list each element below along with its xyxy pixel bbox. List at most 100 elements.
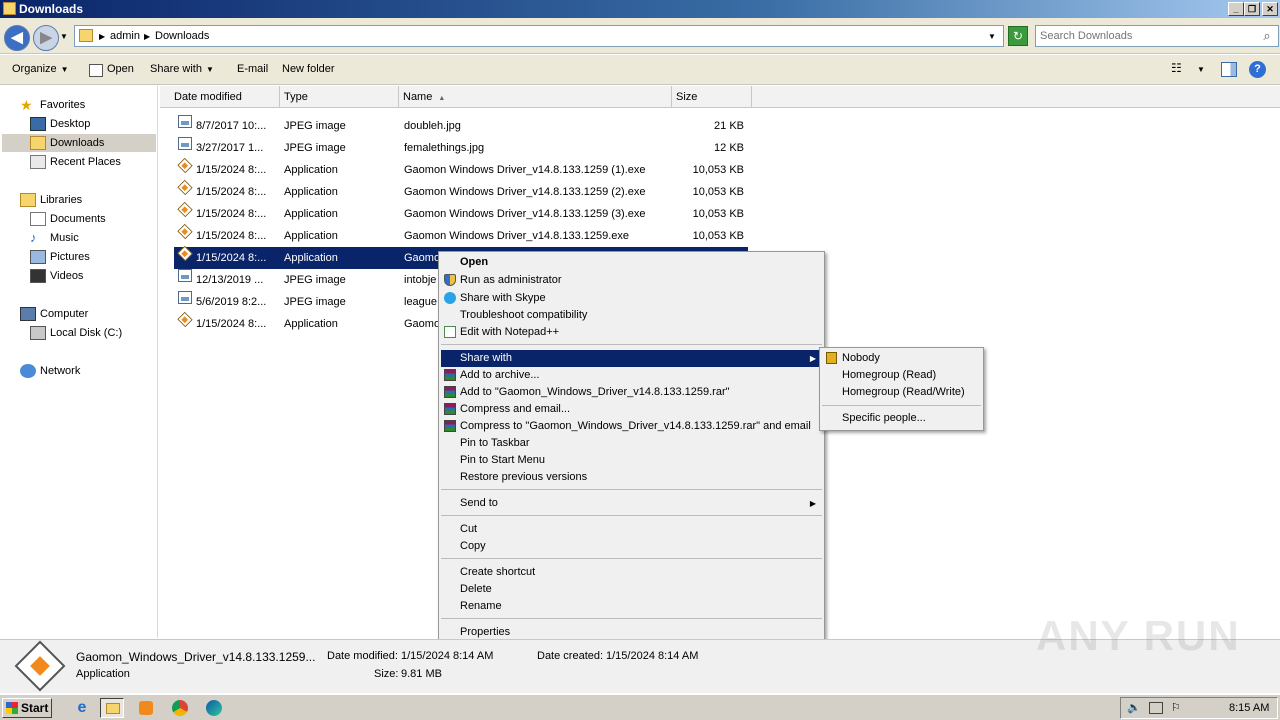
file-name: femalethings.jpg: [404, 142, 485, 154]
submenu-homegroup-read[interactable]: Homegroup (Read): [822, 367, 981, 384]
search-icon[interactable]: ⌕: [1259, 28, 1275, 44]
chrome-icon[interactable]: [168, 698, 192, 718]
nav-music[interactable]: ♪ Music: [30, 229, 79, 247]
menu-share-with[interactable]: Share with ▶: [441, 350, 822, 367]
menu-run-as-administrator[interactable]: Run as administrator: [441, 272, 822, 289]
skype-icon: [444, 292, 456, 304]
menu-restore-previous-versions[interactable]: Restore previous versions: [441, 469, 822, 486]
explorer-taskbar-button[interactable]: [100, 698, 124, 718]
back-button[interactable]: ◀: [4, 25, 30, 51]
network-tray-icon[interactable]: [1149, 702, 1163, 714]
nav-computer[interactable]: Computer: [20, 305, 88, 323]
search-box[interactable]: ⌕: [1035, 25, 1279, 47]
nav-downloads[interactable]: Downloads: [2, 134, 156, 152]
breadcrumb-separator-icon[interactable]: ▶: [144, 32, 150, 41]
file-row[interactable]: 8/7/2017 10:... JPEG image doubleh.jpg 21 K…: [174, 115, 748, 137]
view-dropdown-icon[interactable]: ▼: [1197, 65, 1205, 74]
file-name: Gaomon Windows Driver_v14.8.133.1259 (3)…: [404, 208, 646, 220]
menu-copy[interactable]: Copy: [441, 538, 822, 555]
address-dropdown-icon[interactable]: ▼: [988, 32, 996, 41]
menu-troubleshoot-compatibility[interactable]: Troubleshoot compatibility: [441, 307, 822, 324]
nav-local-disk[interactable]: Local Disk (C:): [30, 324, 122, 342]
preview-pane-icon[interactable]: [1221, 62, 1237, 77]
menu-compress-and-email[interactable]: Compress and email...: [441, 401, 822, 418]
column-type[interactable]: Type: [280, 86, 399, 108]
file-name: Gaomon Windows Driver_v14.8.133.1259 (1)…: [404, 164, 646, 176]
nav-libraries[interactable]: Libraries: [20, 191, 82, 209]
menu-compress-rar-and-email[interactable]: Compress to "Gaomon_Windows_Driver_v14.8…: [441, 418, 822, 435]
media-player-icon[interactable]: [134, 698, 158, 718]
menu-create-shortcut[interactable]: Create shortcut: [441, 564, 822, 581]
nav-network[interactable]: Network: [20, 362, 80, 380]
file-row[interactable]: 1/15/2024 8:... Application Gaomon Windows…: [174, 179, 748, 203]
breadcrumb-downloads[interactable]: Downloads: [155, 30, 209, 42]
email-button[interactable]: E-mail: [237, 63, 268, 75]
clock[interactable]: 8:15 AM: [1229, 702, 1269, 714]
menu-delete[interactable]: Delete: [441, 581, 822, 598]
file-row[interactable]: 1/15/2024 8:... Application Gaomon Windows…: [174, 223, 748, 247]
menu-pin-to-taskbar[interactable]: Pin to Taskbar: [441, 435, 822, 452]
exe-icon: [177, 245, 193, 262]
help-icon[interactable]: ?: [1249, 61, 1266, 78]
column-size[interactable]: Size: [672, 86, 752, 108]
internet-explorer-icon[interactable]: e: [70, 698, 94, 718]
menu-open[interactable]: Open: [441, 254, 822, 271]
menu-cut[interactable]: Cut: [441, 521, 822, 538]
submenu-homegroup-read-write[interactable]: Homegroup (Read/Write): [822, 384, 981, 401]
menu-rename[interactable]: Rename: [441, 598, 822, 615]
nav-documents[interactable]: Documents: [30, 210, 106, 228]
start-button[interactable]: Start: [2, 698, 52, 718]
column-name[interactable]: Name ▲: [399, 86, 672, 108]
menu-separator: [822, 405, 981, 406]
file-row[interactable]: 1/15/2024 8:... Application Gaomon Windows…: [174, 201, 748, 225]
breadcrumb-admin[interactable]: admin: [110, 30, 140, 42]
menu-send-to[interactable]: Send to ▶: [441, 495, 822, 512]
column-date-modified[interactable]: Date modified: [160, 86, 280, 108]
nav-videos[interactable]: Videos: [30, 267, 83, 285]
file-name: Gaomo: [404, 252, 441, 264]
jpg-icon: [178, 137, 192, 150]
menu-pin-to-start-menu[interactable]: Pin to Start Menu: [441, 452, 822, 469]
menu-add-to-archive[interactable]: Add to archive...: [441, 367, 822, 384]
videos-icon: [30, 269, 46, 284]
edge-icon[interactable]: [202, 698, 226, 718]
forward-button[interactable]: ▶: [33, 25, 59, 51]
nav-favorites[interactable]: ★ Favorites: [20, 96, 85, 114]
details-filename: Gaomon_Windows_Driver_v14.8.133.1259...: [76, 650, 316, 664]
restore-button[interactable]: ❐: [1244, 2, 1260, 16]
file-row[interactable]: 3/27/2017 1... JPEG image femalethings.jpg…: [174, 137, 748, 159]
nav-pictures[interactable]: Pictures: [30, 248, 90, 266]
share-with-button[interactable]: Share with ▼: [150, 63, 214, 75]
submenu-nobody[interactable]: Nobody: [822, 350, 981, 367]
address-bar[interactable]: ▶ admin ▶ Downloads ▼: [74, 25, 1004, 47]
speaker-icon[interactable]: 🔈: [1127, 701, 1141, 714]
nav-recent-places[interactable]: Recent Places: [30, 153, 121, 171]
file-type: JPEG image: [284, 142, 346, 154]
details-modified-label: Date modified:: [327, 650, 398, 662]
file-size: 21 KB: [714, 120, 744, 132]
menu-share-with-skype[interactable]: Share with Skype: [441, 290, 822, 307]
action-center-flag-icon[interactable]: ⚐: [1171, 701, 1181, 714]
minimize-button[interactable]: _: [1228, 2, 1244, 16]
view-options-icon[interactable]: ☷: [1171, 61, 1182, 75]
file-type: Application: [284, 208, 338, 220]
menu-edit-with-notepad[interactable]: Edit with Notepad++: [441, 324, 822, 341]
system-tray: 🔈 ⚐ 8:15 AM: [1120, 697, 1278, 719]
search-input[interactable]: [1038, 28, 1248, 44]
recent-pages-chevron-icon[interactable]: ▼: [60, 32, 68, 41]
close-button[interactable]: ✕: [1262, 2, 1278, 16]
breadcrumb-separator-icon[interactable]: ▶: [99, 32, 105, 41]
open-icon[interactable]: [89, 64, 103, 77]
open-button[interactable]: Open: [107, 63, 134, 75]
menu-add-to-rar[interactable]: Add to "Gaomon_Windows_Driver_v14.8.133.…: [441, 384, 822, 401]
refresh-button[interactable]: ↻: [1008, 26, 1028, 46]
file-row[interactable]: 1/15/2024 8:... Application Gaomon Windows…: [174, 157, 748, 181]
nav-desktop[interactable]: Desktop: [30, 115, 90, 133]
submenu-specific-people[interactable]: Specific people...: [822, 410, 981, 427]
submenu-arrow-icon: ▶: [809, 354, 816, 363]
new-folder-button[interactable]: New folder: [282, 63, 335, 75]
file-date-modified: 1/15/2024 8:...: [196, 252, 267, 264]
file-name: doubleh.jpg: [404, 120, 461, 132]
network-icon: [20, 364, 36, 379]
organize-button[interactable]: Organize ▼: [12, 63, 69, 75]
